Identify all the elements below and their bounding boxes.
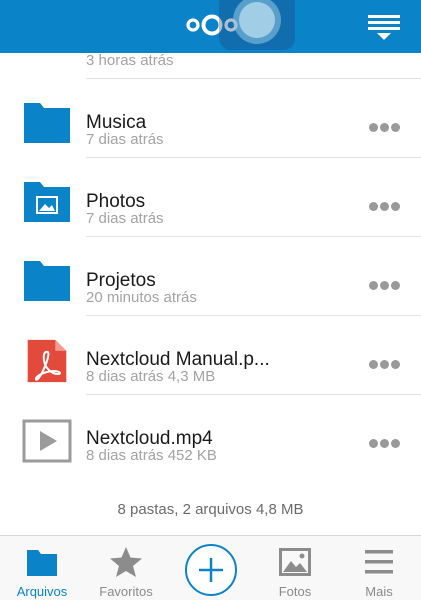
- list-item[interactable]: Nextcloud.mp4 8 dias atrás 452 KB: [0, 395, 421, 474]
- list-item[interactable]: Nextcloud Manual.p... 8 dias atrás 4,3 M…: [0, 316, 421, 395]
- file-meta: 8 dias atrás 452 KB: [86, 447, 217, 464]
- video-file-icon: [22, 419, 72, 463]
- add-button[interactable]: [185, 544, 237, 596]
- list-item[interactable]: Musica 7 dias atrás: [0, 79, 421, 158]
- more-options-icon[interactable]: [369, 123, 401, 133]
- more-options-icon[interactable]: [369, 439, 401, 449]
- file-meta: 8 dias atrás 4,3 MB: [86, 368, 216, 385]
- tab-label: Fotos: [278, 584, 312, 599]
- more-options-icon[interactable]: [369, 281, 401, 291]
- more-options-icon[interactable]: [369, 360, 401, 370]
- star-icon: [110, 547, 142, 577]
- folder-icon: [24, 4, 70, 40]
- tab-arquivos[interactable]: Arquivos: [0, 536, 84, 600]
- folder-icon: [24, 103, 70, 143]
- file-meta: 3 horas atrás: [86, 52, 174, 69]
- list-item[interactable]: Projetos 20 minutos atrás: [0, 237, 421, 316]
- tab-bar: Arquivos Favoritos Fotos Mais: [0, 535, 421, 600]
- file-meta: 7 dias atrás: [86, 131, 164, 148]
- plus-icon: [199, 558, 223, 582]
- file-meta: 20 minutos atrás: [86, 289, 197, 306]
- tab-favoritos[interactable]: Favoritos: [84, 536, 168, 600]
- image-icon: [279, 548, 311, 576]
- tab-mais[interactable]: Mais: [337, 536, 421, 600]
- folder-summary: 8 pastas, 2 arquivos 4,8 MB: [117, 501, 304, 518]
- tab-fotos[interactable]: Fotos: [253, 536, 337, 600]
- more-options-icon[interactable]: [369, 202, 401, 212]
- folder-icon: [27, 550, 57, 576]
- list-item[interactable]: 3 horas atrás: [0, 0, 421, 79]
- pdf-file-icon: [27, 339, 67, 383]
- tab-label: Arquivos: [16, 584, 68, 599]
- tab-label: Mais: [365, 584, 393, 599]
- folder-icon: [24, 261, 70, 301]
- file-meta: 7 dias atrás: [86, 210, 164, 227]
- menu-icon: [365, 550, 393, 574]
- tab-label: Favoritos: [99, 584, 153, 599]
- photo-folder-icon: [24, 182, 70, 222]
- list-item[interactable]: Photos 7 dias atrás: [0, 158, 421, 237]
